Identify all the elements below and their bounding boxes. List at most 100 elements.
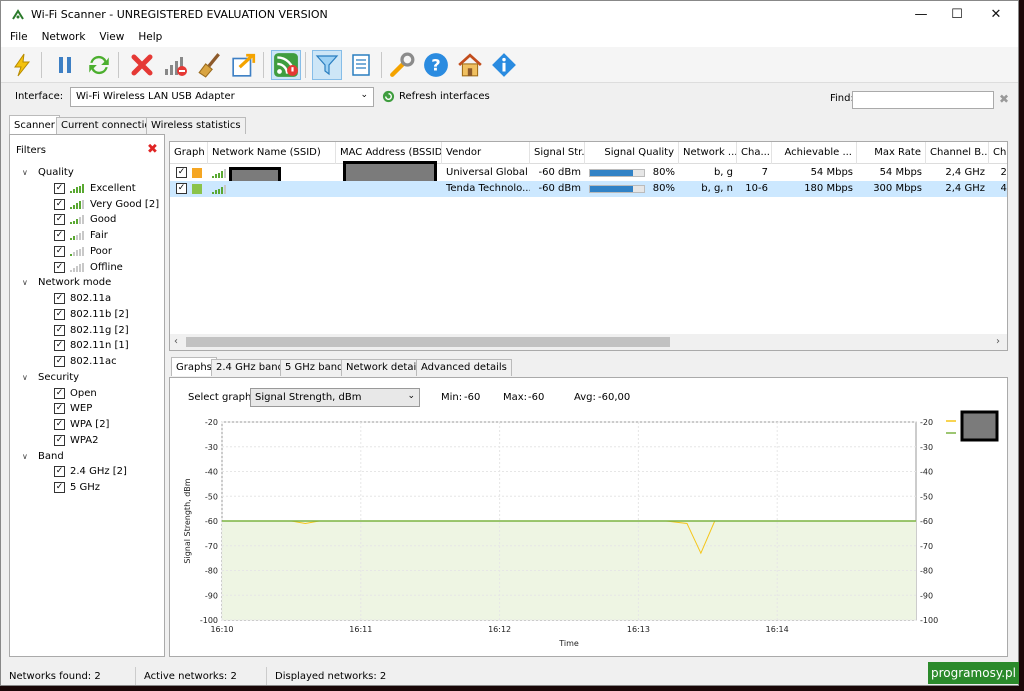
graph-select[interactable]: Signal Strength, dBm ⌄ — [250, 388, 420, 407]
checkbox[interactable]: ✓ — [54, 434, 65, 446]
checkbox[interactable]: ✓ — [54, 466, 65, 478]
column-header[interactable]: Achievable ... — [772, 142, 857, 164]
delete-icon[interactable] — [127, 50, 157, 80]
chart-legend — [946, 410, 999, 442]
filter-item[interactable]: ✓ 802.11a — [54, 291, 111, 306]
filter-item[interactable]: ✓ WPA2 — [54, 433, 98, 448]
filter-group[interactable]: ∨ Band — [22, 449, 64, 464]
find-input[interactable] — [852, 91, 994, 109]
menu-file[interactable]: File — [1, 29, 33, 43]
y-tick-label-right: -80 — [920, 567, 933, 576]
filter-item[interactable]: ✓ Poor — [54, 244, 112, 259]
filter-item[interactable]: ✓ Very Good [2] — [54, 197, 159, 212]
filter-item[interactable]: ✓ Open — [54, 386, 97, 401]
collapse-icon[interactable]: ∨ — [22, 168, 32, 177]
tab-wireless-statistics[interactable]: Wireless statistics — [146, 117, 246, 134]
horizontal-scrollbar[interactable]: ‹ › — [170, 334, 1007, 350]
checkbox[interactable]: ✓ — [54, 230, 65, 241]
filter-group[interactable]: ∨ Security — [22, 370, 79, 385]
y-tick-label-right: -40 — [920, 468, 933, 477]
menu-network[interactable]: Network — [33, 29, 91, 43]
close-button[interactable]: ✕ — [973, 1, 1018, 29]
home-icon[interactable] — [455, 50, 485, 80]
filter-icon[interactable] — [312, 50, 342, 80]
filter-item[interactable]: ✓ Excellent — [54, 181, 136, 196]
table-row[interactable]: ✓ Universal Global ... -60 dBm 80% b, g 7 54 M… — [170, 161, 1007, 197]
checkbox[interactable]: ✓ — [54, 340, 65, 352]
tab-advanced-details[interactable]: Advanced details — [416, 359, 512, 376]
scroll-thumb[interactable] — [186, 337, 670, 347]
y-tick-label-right: -60 — [920, 517, 933, 526]
checkbox[interactable]: ✓ — [54, 261, 65, 273]
filter-item[interactable]: ✓ 802.11b [2] — [54, 307, 129, 322]
signal-error-icon[interactable] — [161, 50, 191, 80]
collapse-icon[interactable]: ∨ — [22, 452, 32, 461]
signal-quality-text: 80% — [652, 167, 675, 178]
column-header[interactable]: Graph — [170, 142, 208, 164]
filter-item[interactable]: ✓ Good — [54, 212, 116, 227]
filter-item[interactable]: ✓ 5 GHz — [54, 480, 100, 495]
info-icon[interactable] — [489, 50, 519, 80]
column-header[interactable]: Signal Quality — [585, 142, 679, 164]
filter-group[interactable]: ∨ Quality — [22, 165, 74, 180]
menu-help[interactable]: Help — [129, 29, 167, 43]
checkbox[interactable]: ✓ — [54, 324, 65, 336]
checkbox[interactable]: ✓ — [54, 356, 65, 367]
pause-icon[interactable] — [50, 50, 80, 80]
graph-checkbox[interactable]: ✓ — [176, 167, 187, 178]
column-header[interactable]: Cha... — [737, 142, 772, 164]
checkbox[interactable]: ✓ — [54, 182, 65, 194]
filter-item[interactable]: ✓ WEP — [54, 401, 92, 416]
clear-find-icon[interactable]: ✖ — [999, 92, 1009, 106]
column-header[interactable]: Vendor — [442, 142, 530, 164]
graph-select-value: Signal Strength, dBm — [255, 392, 362, 403]
checkbox[interactable]: ✓ — [54, 245, 65, 257]
notepad-icon[interactable] — [346, 50, 376, 80]
checkbox[interactable]: ✓ — [54, 214, 65, 226]
checkbox[interactable]: ✓ — [54, 482, 65, 493]
graph-checkbox[interactable]: ✓ — [176, 183, 187, 194]
filter-item[interactable]: ✓ Offline — [54, 260, 123, 275]
column-header[interactable]: Max Rate — [857, 142, 926, 164]
checkbox[interactable]: ✓ — [54, 198, 65, 210]
y-tick-label-left: -70 — [205, 542, 218, 551]
table-row[interactable]: ✓ Tenda Technolo... -60 dBm 80% b, g, n 10-6 1… — [170, 181, 1007, 197]
lightning-icon[interactable] — [7, 50, 37, 80]
checkbox[interactable]: ✓ — [54, 419, 65, 430]
tab-graphs[interactable]: Graphs — [171, 357, 217, 376]
scroll-left-icon[interactable]: ‹ — [174, 334, 178, 350]
collapse-icon[interactable]: ∨ — [22, 278, 32, 287]
tab-5ghz-band[interactable]: 5 GHz band — [280, 359, 349, 376]
column-header[interactable]: Channe — [989, 142, 1007, 164]
column-header[interactable]: Network ... — [679, 142, 737, 164]
tab-24ghz-band[interactable]: 2.4 GHz band — [211, 359, 289, 376]
column-header[interactable]: Channel B... — [926, 142, 989, 164]
checkbox[interactable]: ✓ — [54, 308, 65, 320]
filter-group[interactable]: ∨ Network mode — [22, 275, 111, 290]
menu-view[interactable]: View — [90, 29, 129, 43]
scroll-right-icon[interactable]: › — [996, 334, 1000, 350]
broom-icon[interactable] — [195, 50, 225, 80]
checkbox[interactable]: ✓ — [54, 293, 65, 304]
interface-select[interactable]: Wi-Fi Wireless LAN USB Adapter ⌄ — [70, 87, 374, 107]
filter-item[interactable]: ✓ WPA [2] — [54, 417, 109, 432]
filter-item[interactable]: ✓ Fair — [54, 228, 108, 243]
collapse-icon[interactable]: ∨ — [22, 373, 32, 382]
filter-item[interactable]: ✓ 2.4 GHz [2] — [54, 464, 127, 479]
column-header[interactable]: Network Name (SSID) — [208, 142, 336, 164]
filter-item[interactable]: ✓ 802.11g [2] — [54, 323, 129, 338]
checkbox[interactable]: ✓ — [54, 403, 65, 415]
wrench-icon[interactable] — [387, 50, 417, 80]
clear-filters-icon[interactable]: ✖ — [147, 142, 158, 157]
export-icon[interactable] — [229, 50, 259, 80]
tab-scanner[interactable]: Scanner — [9, 115, 60, 134]
filter-item[interactable]: ✓ 802.11n [1] — [54, 338, 129, 353]
checkbox[interactable]: ✓ — [54, 387, 65, 399]
column-header[interactable]: Signal Str... — [530, 142, 585, 164]
y-tick-label-left: -20 — [205, 418, 218, 427]
refresh-interfaces-button[interactable]: Refresh interfaces — [382, 90, 490, 103]
rss-alert-icon[interactable] — [271, 50, 301, 80]
filter-item[interactable]: ✓ 802.11ac — [54, 354, 117, 369]
help-icon[interactable]: ? — [421, 50, 451, 80]
refresh-icon[interactable] — [84, 50, 114, 80]
